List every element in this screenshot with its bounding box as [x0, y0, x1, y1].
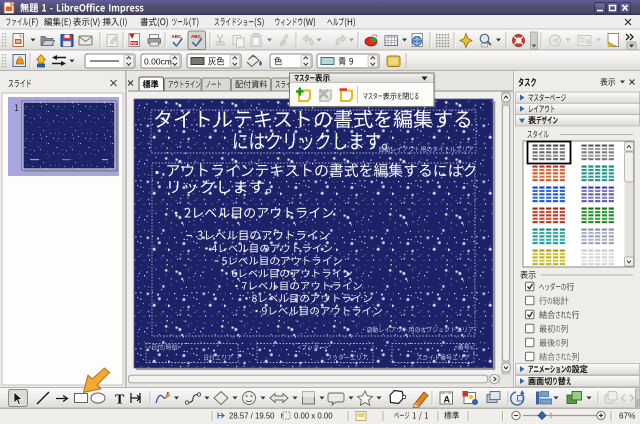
- svg-text:T: T: [115, 393, 125, 408]
- svg-text:PDF: PDF: [131, 41, 137, 45]
- svg-text:ABC: ABC: [191, 34, 201, 39]
- svg-text:ABC: ABC: [172, 34, 182, 39]
- svg-text:28.57 / 19.50: 28.57 / 19.50: [229, 412, 275, 421]
- svg-text:A: A: [444, 395, 451, 405]
- svg-text:0.00 x 0.00: 0.00 x 0.00: [294, 412, 333, 421]
- svg-text:67%: 67%: [619, 412, 635, 421]
- svg-text:0.00cm: 0.00cm: [144, 57, 172, 67]
